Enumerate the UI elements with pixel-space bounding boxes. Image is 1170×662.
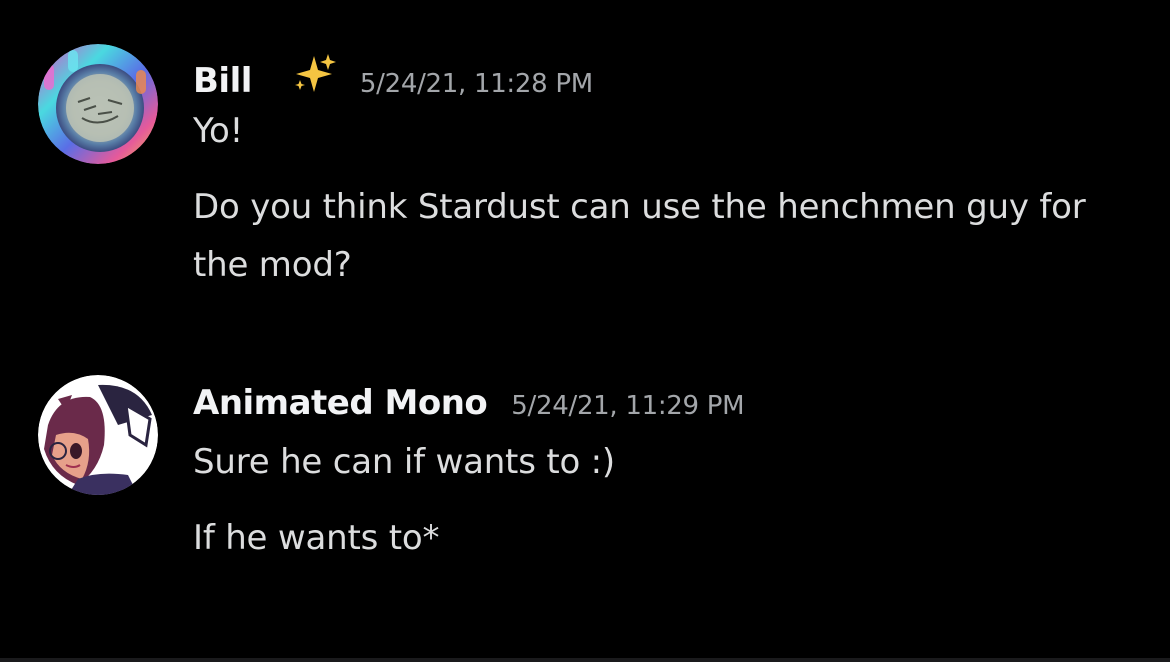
divider <box>0 658 1170 662</box>
message-line: Sure he can if wants to :) <box>193 442 615 482</box>
sparkles-icon <box>292 52 336 96</box>
crescent-moon-icon <box>252 52 292 96</box>
message-header: Bill 5/24/21, 11:28 PM <box>193 52 1143 102</box>
chat-message-list: Bill 5/24/21, 11:28 PM Yo! Do you think … <box>0 0 1170 662</box>
avatar[interactable] <box>38 375 158 495</box>
timestamp: 5/24/21, 11:29 PM <box>511 391 745 421</box>
message-line: If he wants to* <box>193 518 440 558</box>
message-body: Bill 5/24/21, 11:28 PM Yo! Do you think … <box>193 52 1143 294</box>
username[interactable]: Bill <box>193 61 252 101</box>
avatar[interactable] <box>38 44 158 164</box>
message-body: Animated Mono 5/24/21, 11:29 PM Sure he … <box>193 383 1143 567</box>
message-line: Yo! <box>193 111 244 151</box>
message-header: Animated Mono 5/24/21, 11:29 PM <box>193 383 1143 433</box>
username[interactable]: Animated Mono <box>193 383 488 423</box>
timestamp: 5/24/21, 11:28 PM <box>359 69 593 99</box>
message-line: Do you think Stardust can use the henchm… <box>193 187 1086 285</box>
